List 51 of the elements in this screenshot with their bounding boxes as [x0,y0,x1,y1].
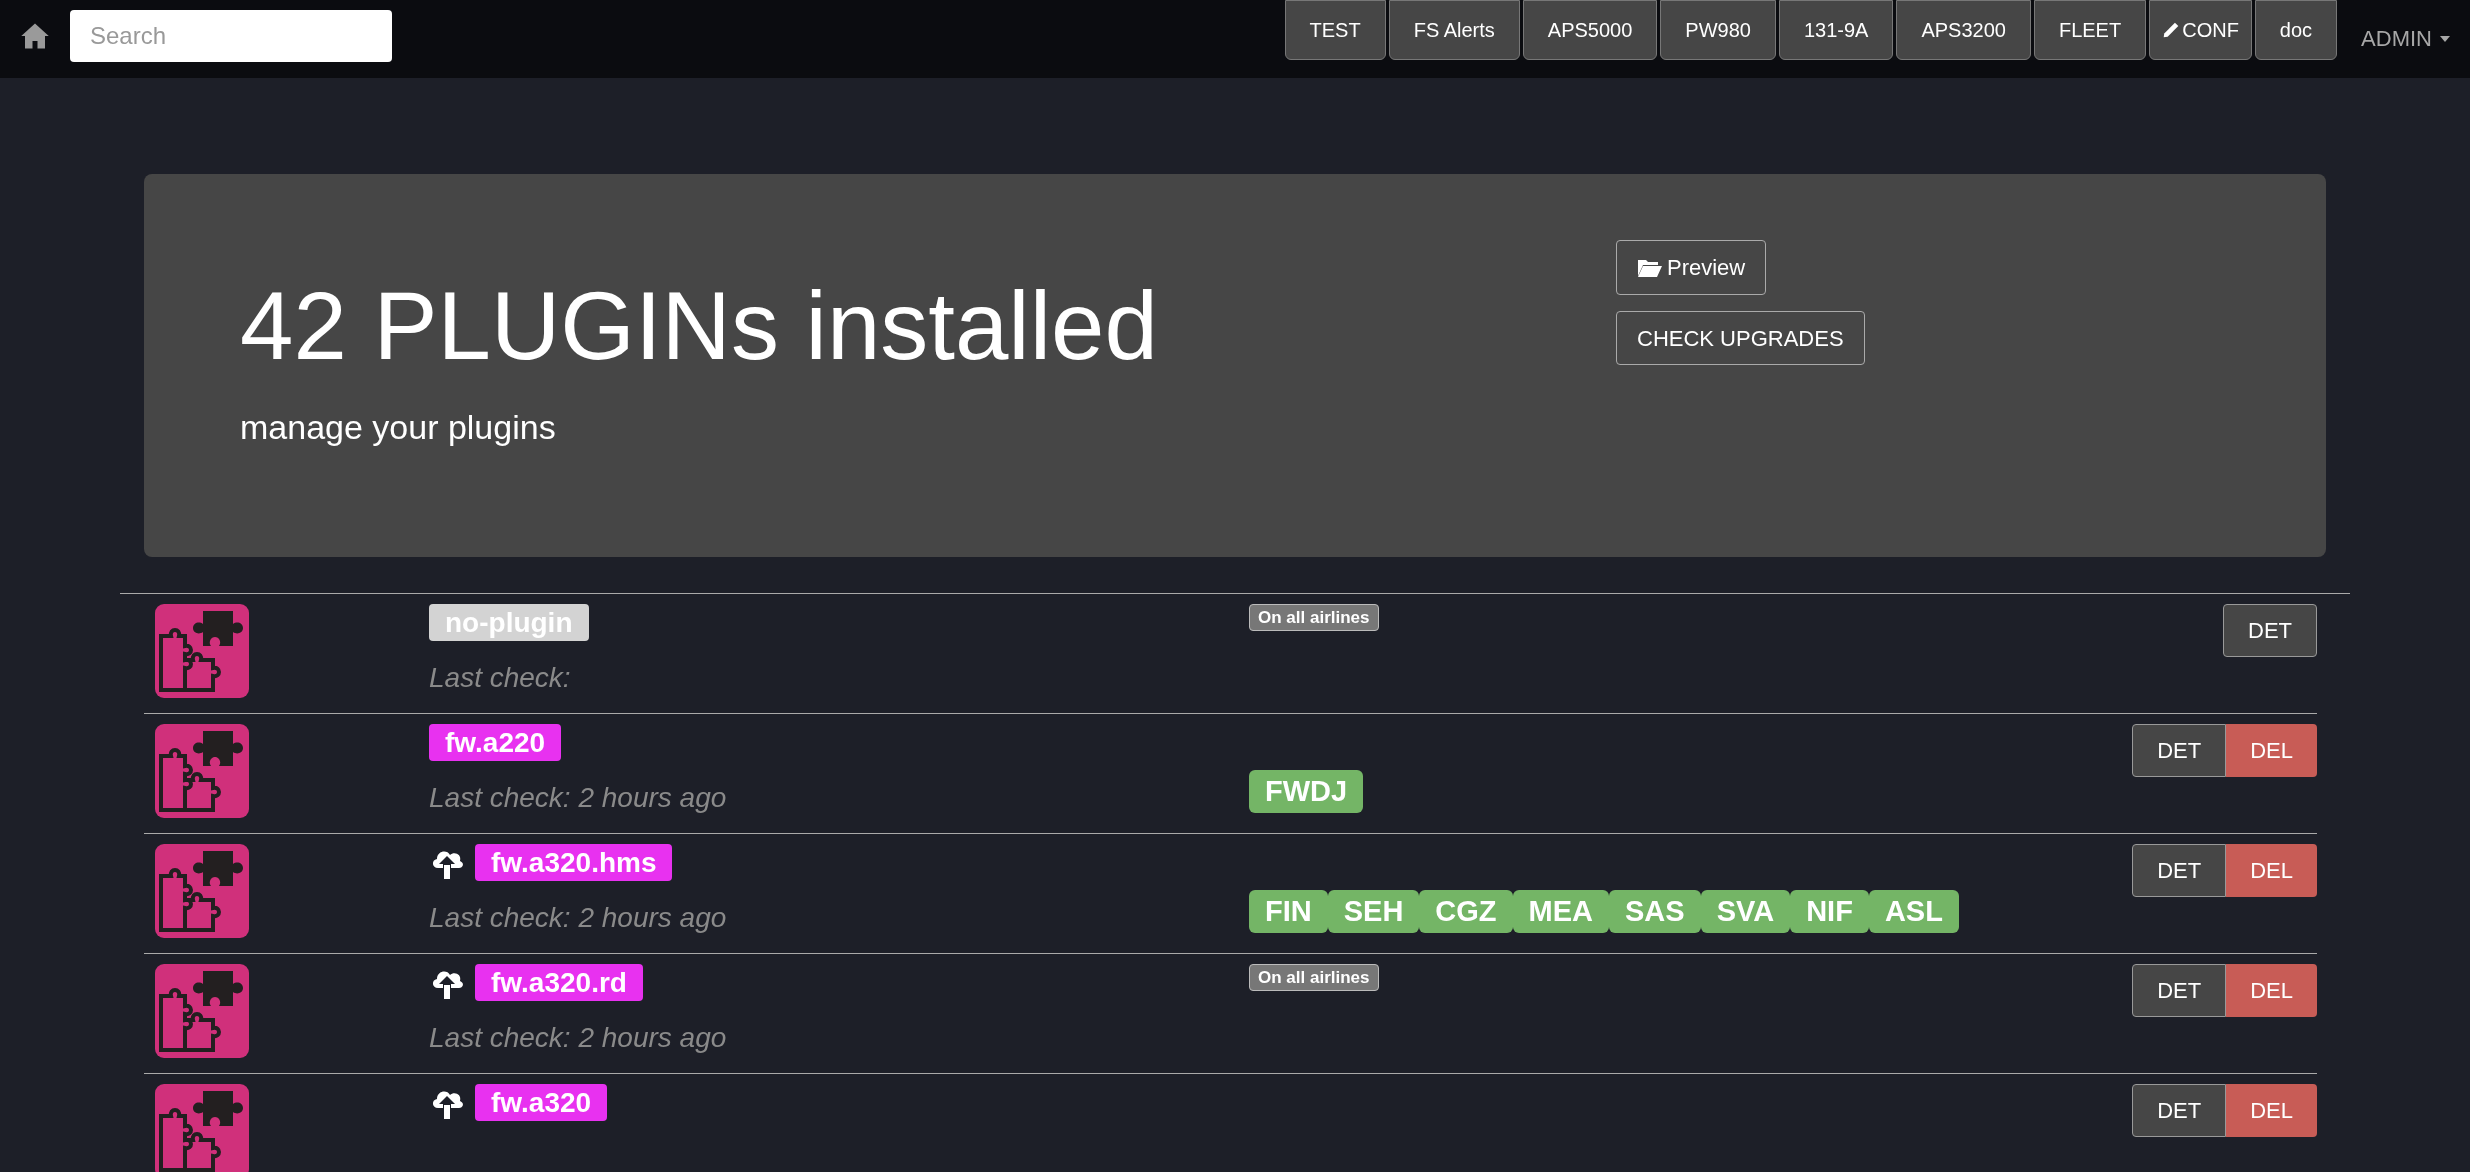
delete-button[interactable]: DEL [2226,844,2317,897]
home-icon[interactable] [20,22,50,50]
airline-tag: SVA [1700,890,1791,933]
last-check-text: Last check: 2 hours ago [429,781,728,815]
nav-button[interactable]: CONF [2149,0,2252,60]
nav-button[interactable]: 131-9A [1778,0,1894,60]
plugin-name-badge: fw.a220 [429,724,562,761]
pencil-icon [2162,21,2181,39]
details-button[interactable]: DET [2223,604,2317,657]
airline-tag: FIN [1249,890,1328,933]
nav-button[interactable]: APS3200 [1896,0,2031,60]
delete-button[interactable]: DEL [2226,724,2317,777]
nav-button[interactable]: TEST [1284,0,1386,60]
caret-icon [2440,35,2450,42]
plugin-name-badge: fw.a320.rd [475,964,643,1001]
nav-button[interactable]: doc [2254,0,2338,60]
nav-button[interactable]: FLEET [2033,0,2147,60]
all-airlines-label: On all airlines [1249,604,1379,632]
last-check-text: Last check: 2 hours ago [429,1021,728,1055]
hero-title: 42 PLUGINs installed [240,271,1159,381]
nav-button[interactable]: PW980 [1660,0,1776,60]
details-button[interactable]: DET [2132,844,2227,897]
airline-tag: ASL [1868,890,1959,933]
details-button[interactable]: DET [2132,724,2227,777]
puzzle-pieces-icon [155,844,249,938]
all-airlines-label: On all airlines [1249,964,1379,992]
user-menu[interactable]: ADMIN [2361,22,2450,55]
puzzle-pieces-icon [155,724,249,818]
folder-icon [1637,257,1663,278]
last-check-text: Last check: [429,661,572,695]
airline-tag: FWDJ [1249,770,1364,813]
plugin-name-badge: fw.a320.hms [475,844,673,881]
nav-button[interactable]: FS Alerts [1388,0,1520,60]
details-button[interactable]: DET [2132,964,2227,1017]
last-check-text: Last check: 2 hours ago [429,901,728,935]
details-button[interactable]: DET [2132,1084,2227,1137]
search-field[interactable]: Search [70,10,392,62]
nav-button[interactable]: APS5000 [1522,0,1658,60]
puzzle-pieces-icon [155,964,249,1058]
preview-button[interactable]: Preview [1616,240,1767,295]
airline-tag: SEH [1327,890,1420,933]
plugin-name-badge: fw.a320 [475,1084,608,1121]
check-upgrades-button[interactable]: CHECK UPGRADES [1616,311,1865,365]
delete-button[interactable]: DEL [2226,1084,2317,1137]
airline-tag: SAS [1609,890,1701,933]
airline-tag: CGZ [1419,890,1513,933]
airline-tag: NIF [1790,890,1869,933]
airline-tag: MEA [1512,890,1610,933]
delete-button[interactable]: DEL [2226,964,2317,1017]
puzzle-pieces-icon [155,604,249,698]
hero-subtitle: manage your plugins [240,407,557,448]
